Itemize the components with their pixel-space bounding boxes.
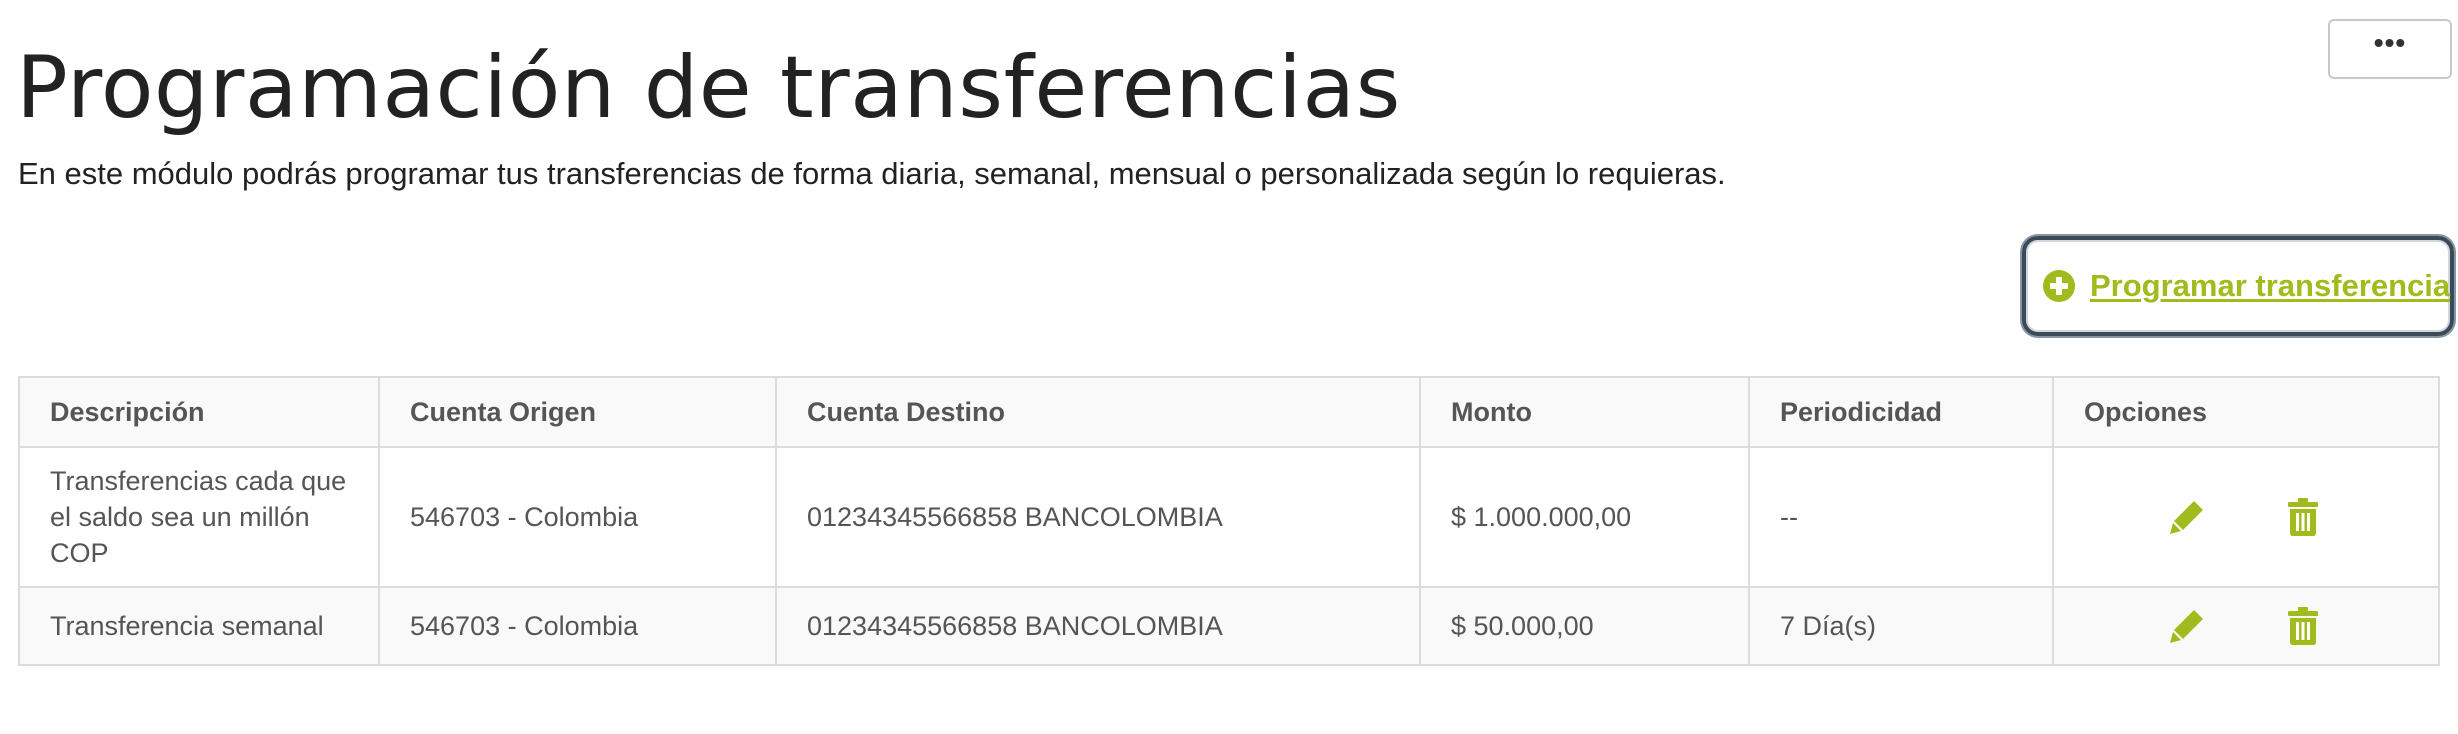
table-row: Transferencias cada que el saldo sea un … xyxy=(18,446,2440,588)
column-header-description: Descripción xyxy=(18,376,380,448)
cell-destination-account: 01234345566858 BANCOLOMBIA xyxy=(775,446,1421,588)
cell-options xyxy=(2052,446,2440,588)
trash-icon xyxy=(2288,498,2318,536)
more-options-button[interactable]: ••• xyxy=(2328,19,2452,79)
cell-description: Transferencias cada que el saldo sea un … xyxy=(18,446,380,588)
add-scheduled-transfer-label: Programar transferencia xyxy=(2090,268,2451,303)
column-header-options: Opciones xyxy=(2052,376,2440,448)
plus-circle-icon xyxy=(2043,270,2075,302)
column-header-origin-account: Cuenta Origen xyxy=(378,376,777,448)
cell-options xyxy=(2052,586,2440,666)
cell-destination-account: 01234345566858 BANCOLOMBIA xyxy=(775,586,1421,666)
cell-description: Transferencia semanal xyxy=(18,586,380,666)
cell-origin-account: 546703 - Colombia xyxy=(378,446,777,588)
cell-origin-account: 546703 - Colombia xyxy=(378,586,777,666)
trash-icon xyxy=(2288,607,2318,645)
column-header-periodicity: Periodicidad xyxy=(1748,376,2054,448)
column-header-destination-account: Cuenta Destino xyxy=(775,376,1421,448)
table-header-row: Descripción Cuenta Origen Cuenta Destino… xyxy=(18,376,2440,448)
pencil-icon xyxy=(2170,501,2203,534)
cell-periodicity: -- xyxy=(1748,446,2054,588)
edit-button[interactable] xyxy=(2168,606,2206,646)
cell-periodicity: 7 Día(s) xyxy=(1748,586,2054,666)
add-scheduled-transfer-button[interactable]: Programar transferencia xyxy=(2022,236,2454,336)
scheduled-transfers-table: Descripción Cuenta Origen Cuenta Destino… xyxy=(18,376,2440,666)
page-title: Programación de transferencias xyxy=(16,38,1401,138)
page-description: En este módulo podrás programar tus tran… xyxy=(18,156,1726,191)
cell-amount: $ 1.000.000,00 xyxy=(1419,446,1750,588)
table-row: Transferencia semanal 546703 - Colombia … xyxy=(18,586,2440,666)
pencil-icon xyxy=(2170,610,2203,643)
delete-button[interactable] xyxy=(2284,606,2322,646)
delete-button[interactable] xyxy=(2284,497,2322,537)
cell-amount: $ 50.000,00 xyxy=(1419,586,1750,666)
column-header-amount: Monto xyxy=(1419,376,1750,448)
edit-button[interactable] xyxy=(2168,497,2206,537)
